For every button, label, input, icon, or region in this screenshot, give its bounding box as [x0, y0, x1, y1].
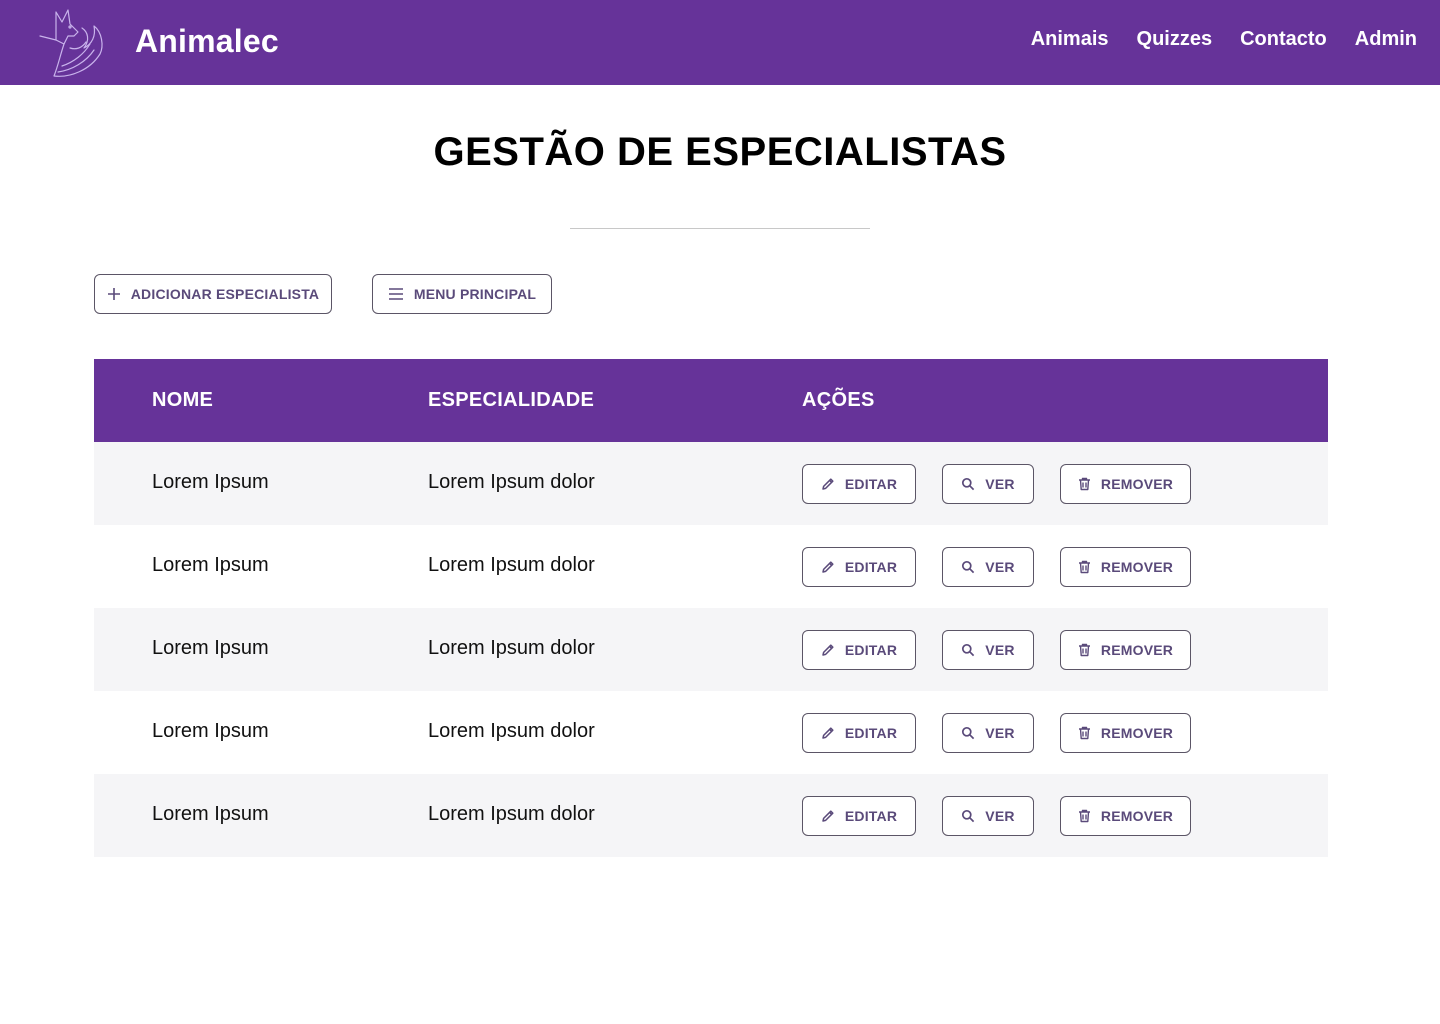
column-header-especialidade[interactable]: ESPECIALIDADE: [428, 389, 594, 412]
edit-label: EDITAR: [844, 559, 898, 575]
column-header-nome[interactable]: NOME: [152, 389, 213, 412]
view-button[interactable]: VER: [942, 796, 1034, 836]
view-label: VER: [985, 808, 1015, 824]
search-icon: [962, 726, 975, 740]
page-title: GESTÃO DE ESPECIALISTAS: [433, 130, 1007, 174]
edit-label: EDITAR: [844, 642, 898, 658]
edit-button[interactable]: EDITAR: [802, 464, 916, 504]
column-header-acoes: AÇÕES: [802, 389, 875, 411]
cell-nome: Lorem Ipsum: [152, 720, 269, 742]
search-icon: [962, 809, 975, 823]
table-header: NOME ESPECIALIDADE AÇÕES: [94, 359, 1328, 442]
pencil-icon: [822, 644, 834, 656]
remove-label: REMOVER: [1100, 808, 1174, 824]
cell-nome: Lorem Ipsum: [152, 471, 269, 493]
search-icon: [962, 477, 975, 491]
nav-animais[interactable]: Animais: [1031, 28, 1109, 51]
specialists-table: NOME ESPECIALIDADE AÇÕES Lorem Ipsum Lor…: [94, 359, 1328, 857]
pencil-icon: [822, 561, 834, 573]
view-label: VER: [985, 476, 1015, 492]
edit-button[interactable]: EDITAR: [802, 547, 916, 587]
remove-label: REMOVER: [1100, 476, 1174, 492]
nav-contacto[interactable]: Contacto: [1240, 28, 1327, 51]
remove-button[interactable]: REMOVER: [1060, 630, 1191, 670]
cell-especialidade: Lorem Ipsum dolor: [428, 471, 595, 493]
add-specialist-label: ADICIONAR ESPECIALISTA: [130, 286, 320, 302]
remove-button[interactable]: REMOVER: [1060, 464, 1191, 504]
cell-especialidade: Lorem Ipsum dolor: [428, 637, 595, 659]
main-menu-label: MENU PRINCIPAL: [413, 286, 537, 302]
trash-icon: [1078, 809, 1090, 823]
table-row: Lorem Ipsum Lorem Ipsum dolor EDITAR VER…: [94, 774, 1328, 857]
remove-label: REMOVER: [1100, 642, 1174, 658]
pencil-icon: [822, 810, 834, 822]
edit-label: EDITAR: [844, 476, 898, 492]
table-row: Lorem Ipsum Lorem Ipsum dolor EDITAR VER…: [94, 442, 1328, 525]
table-body: Lorem Ipsum Lorem Ipsum dolor EDITAR VER…: [94, 442, 1328, 857]
cell-nome: Lorem Ipsum: [152, 803, 269, 825]
plus-icon: [107, 288, 120, 300]
view-button[interactable]: VER: [942, 713, 1034, 753]
remove-button[interactable]: REMOVER: [1060, 796, 1191, 836]
cell-especialidade: Lorem Ipsum dolor: [428, 720, 595, 742]
trash-icon: [1078, 643, 1090, 657]
cell-especialidade: Lorem Ipsum dolor: [428, 803, 595, 825]
remove-label: REMOVER: [1100, 559, 1174, 575]
brand-name[interactable]: Animalec: [135, 23, 279, 60]
remove-button[interactable]: REMOVER: [1060, 713, 1191, 753]
nav-quizzes[interactable]: Quizzes: [1137, 28, 1213, 51]
edit-button[interactable]: EDITAR: [802, 713, 916, 753]
main-nav: Animais Quizzes Contacto Admin: [1031, 28, 1417, 51]
edit-button[interactable]: EDITAR: [802, 630, 916, 670]
view-button[interactable]: VER: [942, 547, 1034, 587]
fox-logo-icon[interactable]: [34, 6, 108, 80]
table-row: Lorem Ipsum Lorem Ipsum dolor EDITAR VER…: [94, 608, 1328, 691]
view-label: VER: [985, 559, 1015, 575]
top-navbar: Animalec Animais Quizzes Contacto Admin: [0, 0, 1440, 85]
nav-admin[interactable]: Admin: [1355, 28, 1417, 51]
cell-nome: Lorem Ipsum: [152, 637, 269, 659]
edit-label: EDITAR: [844, 808, 898, 824]
trash-icon: [1078, 560, 1090, 574]
view-button[interactable]: VER: [942, 630, 1034, 670]
add-specialist-button[interactable]: ADICIONAR ESPECIALISTA: [94, 274, 332, 314]
view-label: VER: [985, 642, 1015, 658]
cell-nome: Lorem Ipsum: [152, 554, 269, 576]
hamburger-icon: [388, 288, 403, 300]
edit-label: EDITAR: [844, 725, 898, 741]
view-button[interactable]: VER: [942, 464, 1034, 504]
main-menu-button[interactable]: MENU PRINCIPAL: [372, 274, 552, 314]
view-label: VER: [985, 725, 1015, 741]
search-icon: [962, 560, 975, 574]
title-divider: [570, 228, 870, 229]
pencil-icon: [822, 478, 834, 490]
search-icon: [962, 643, 975, 657]
remove-label: REMOVER: [1100, 725, 1174, 741]
edit-button[interactable]: EDITAR: [802, 796, 916, 836]
remove-button[interactable]: REMOVER: [1060, 547, 1191, 587]
trash-icon: [1078, 477, 1090, 491]
table-row: Lorem Ipsum Lorem Ipsum dolor EDITAR VER…: [94, 525, 1328, 608]
table-row: Lorem Ipsum Lorem Ipsum dolor EDITAR VER…: [94, 691, 1328, 774]
cell-especialidade: Lorem Ipsum dolor: [428, 554, 595, 576]
pencil-icon: [822, 727, 834, 739]
trash-icon: [1078, 726, 1090, 740]
